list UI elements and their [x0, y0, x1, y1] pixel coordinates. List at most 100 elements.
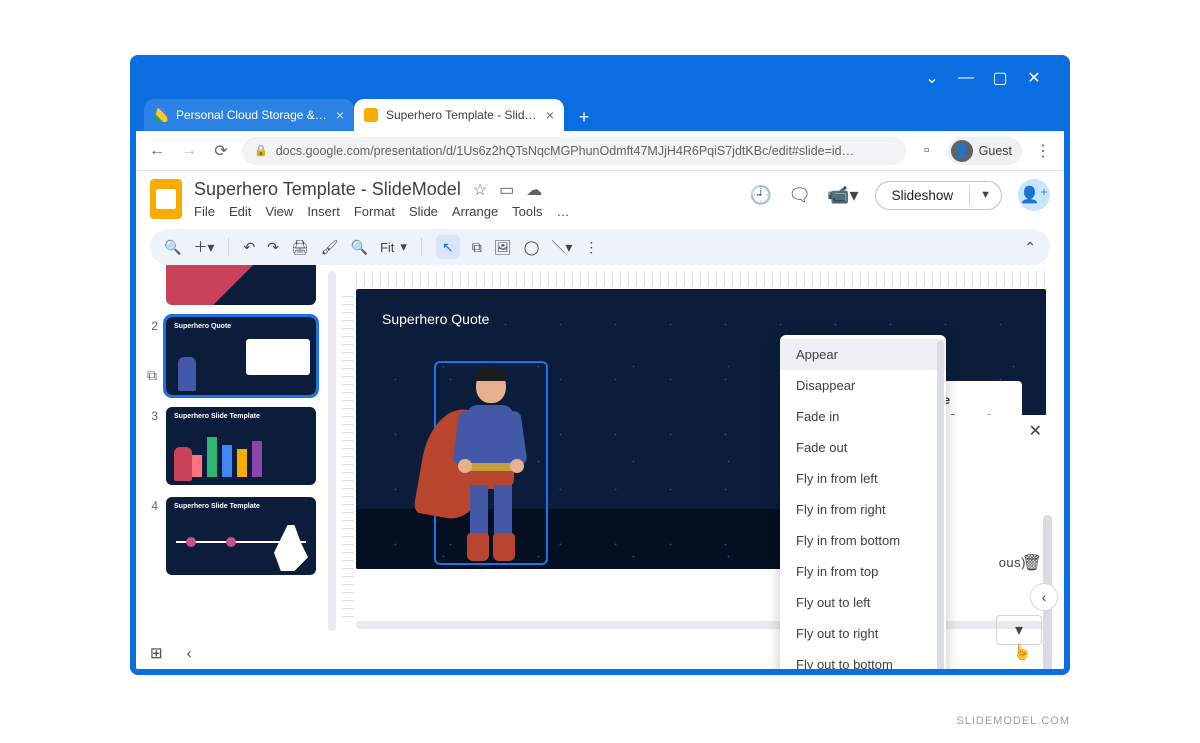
comments-icon[interactable]: 🗨 [788, 185, 811, 206]
dd-item-fly-in-left[interactable]: Fly in from left [780, 463, 946, 494]
more-tools-icon[interactable]: ⋮ [584, 239, 598, 256]
address-row: ← → ⟳ 🔒 docs.google.com/presentation/d/1… [136, 131, 1064, 171]
bubble-mini [246, 339, 310, 375]
chevron-down-icon[interactable]: ▼ [970, 189, 1001, 201]
side-panel-collapse-icon[interactable]: ‹ [1030, 583, 1058, 611]
new-slide-icon[interactable]: ＋▾ [193, 237, 214, 257]
forward-button[interactable]: → [178, 142, 200, 160]
slide-number: 2 [146, 319, 158, 333]
share-button[interactable]: 👤⁺ [1018, 179, 1050, 211]
star-icon[interactable]: ☆ [473, 180, 487, 200]
redo-icon[interactable]: ↷ [267, 239, 279, 256]
cloud-icon[interactable]: ☁ [526, 180, 542, 200]
line-icon[interactable]: ＼▾ [551, 237, 572, 257]
print-icon[interactable]: 🖨 [291, 239, 309, 256]
close-tab-icon[interactable]: × [546, 107, 554, 123]
textbox-icon[interactable]: ⧉ [472, 239, 482, 256]
tab-bar: Personal Cloud Storage & File Sh × Super… [136, 95, 1064, 131]
kebab-menu-icon[interactable]: ⋮ [1032, 141, 1054, 161]
tab-drive[interactable]: Personal Cloud Storage & File Sh × [144, 99, 354, 131]
paint-format-icon[interactable]: 🖌 [321, 239, 339, 256]
slide-thumbnail-3[interactable]: Superhero Slide Template [166, 407, 316, 485]
zoom-select[interactable]: Fit ▾ [380, 239, 407, 255]
dd-item-fly-in-bottom[interactable]: Fly in from bottom [780, 525, 946, 556]
select-tool-icon[interactable]: ↖ [436, 235, 460, 259]
move-icon[interactable]: ▭ [499, 180, 514, 200]
close-panel-icon[interactable]: ✕ [1029, 421, 1042, 441]
menu-more[interactable]: … [557, 204, 570, 219]
superhero-graphic[interactable] [436, 363, 546, 563]
chevron-down-icon[interactable]: ⌄ [924, 68, 940, 88]
dd-item-fade-out[interactable]: Fade out [780, 432, 946, 463]
hero-mini-icon [178, 357, 196, 391]
back-button[interactable]: ← [146, 142, 168, 160]
drive-icon [154, 108, 168, 122]
slideshow-button[interactable]: Slideshow ▼ [875, 181, 1002, 210]
ruler-vertical [342, 289, 354, 617]
avatar-icon: 👤 [951, 140, 973, 162]
menu-format[interactable]: Format [354, 204, 395, 219]
menu-edit[interactable]: Edit [229, 204, 251, 219]
thumb-title: Superhero Slide Template [174, 413, 260, 420]
close-tab-icon[interactable]: × [336, 107, 344, 123]
close-icon[interactable]: ✕ [1026, 68, 1042, 88]
undo-icon[interactable]: ↶ [243, 239, 255, 256]
history-icon[interactable]: 🕘 [750, 185, 772, 206]
watermark: SLIDEMODEL.COM [956, 715, 1070, 727]
new-tab-button[interactable]: + [570, 103, 598, 131]
grid-view-icon[interactable]: ⊞ [150, 644, 163, 662]
dd-item-fly-out-right[interactable]: Fly out to right [780, 618, 946, 649]
zoom-out-icon[interactable]: 🔍 [351, 239, 368, 256]
dd-item-appear[interactable]: Appear [780, 339, 946, 370]
menu-slide[interactable]: Slide [409, 204, 438, 219]
menu-tools[interactable]: Tools [512, 204, 542, 219]
menu-arrange[interactable]: Arrange [452, 204, 498, 219]
bar-chart-mini [192, 437, 262, 477]
dd-item-disappear[interactable]: Disappear [780, 370, 946, 401]
window-controls: ⌄ — ▢ ✕ [136, 61, 1064, 95]
thumb-title: Superhero Quote [174, 323, 231, 330]
maximize-icon[interactable]: ▢ [992, 68, 1008, 88]
image-icon[interactable]: 🖼 [494, 239, 512, 256]
document-title[interactable]: Superhero Template - SlideModel [194, 179, 461, 200]
menu-insert[interactable]: Insert [307, 204, 340, 219]
profile-chip[interactable]: 👤 Guest [948, 137, 1022, 165]
menu-bar: File Edit View Insert Format Slide Arran… [194, 204, 738, 219]
slideshow-label: Slideshow [876, 182, 970, 209]
dd-item-fly-out-left[interactable]: Fly out to left [780, 587, 946, 618]
minimize-icon[interactable]: — [958, 69, 974, 87]
dd-item-fly-in-top[interactable]: Fly in from top [780, 556, 946, 587]
header-actions: 🕘 🗨 📹▾ Slideshow ▼ 👤⁺ [750, 179, 1050, 211]
hero-mini-icon [174, 447, 192, 481]
url-bar[interactable]: 🔒 docs.google.com/presentation/d/1Us6z2h… [242, 137, 906, 165]
thumb-scrollbar[interactable] [328, 271, 336, 631]
thumbnail-panel: 2 ⧉ Superhero Quote 3 Superhero Slide Te… [136, 265, 326, 637]
toolbar: 🔍 ＋▾ ↶ ↷ 🖨 🖌 🔍 Fit ▾ ↖ ⧉ 🖼 ◯ ＼▾ ⋮ ⌃ [150, 229, 1050, 265]
dd-item-fly-in-right[interactable]: Fly in from right [780, 494, 946, 525]
slides-logo-icon[interactable] [150, 179, 182, 219]
transition-icon: ⧉ [147, 367, 157, 384]
prev-slide-icon[interactable]: ‹ [187, 645, 192, 662]
trash-icon[interactable]: 🗑 [1022, 553, 1042, 573]
guest-label: Guest [979, 144, 1012, 158]
start-condition-select[interactable]: ▾ [996, 671, 1042, 675]
slide-thumbnail-2[interactable]: Superhero Quote [166, 317, 316, 395]
reading-list-icon[interactable]: ▫ [916, 142, 938, 160]
dropdown-scrollbar[interactable] [937, 341, 944, 675]
slide-thumbnail-1[interactable] [166, 265, 316, 305]
search-icon[interactable]: 🔍 [164, 239, 181, 256]
lock-icon: 🔒 [254, 144, 268, 157]
animation-select[interactable]: ▾ [996, 615, 1042, 645]
reload-button[interactable]: ⟳ [210, 141, 232, 161]
collapse-toolbar-icon[interactable]: ⌃ [1024, 239, 1036, 256]
slide-thumbnail-4[interactable]: Superhero Slide Template [166, 497, 316, 575]
menu-file[interactable]: File [194, 204, 215, 219]
url-text: docs.google.com/presentation/d/1Us6z2hQT… [276, 144, 894, 158]
menu-view[interactable]: View [265, 204, 293, 219]
meet-icon[interactable]: 📹▾ [827, 185, 858, 206]
tab-slides[interactable]: Superhero Template - SlideModel × [354, 99, 564, 131]
dd-item-fly-out-bottom[interactable]: Fly out to bottom [780, 649, 946, 675]
animation-dropdown[interactable]: Appear Disappear Fade in Fade out Fly in… [780, 335, 946, 675]
dd-item-fade-in[interactable]: Fade in [780, 401, 946, 432]
shape-icon[interactable]: ◯ [524, 239, 540, 256]
